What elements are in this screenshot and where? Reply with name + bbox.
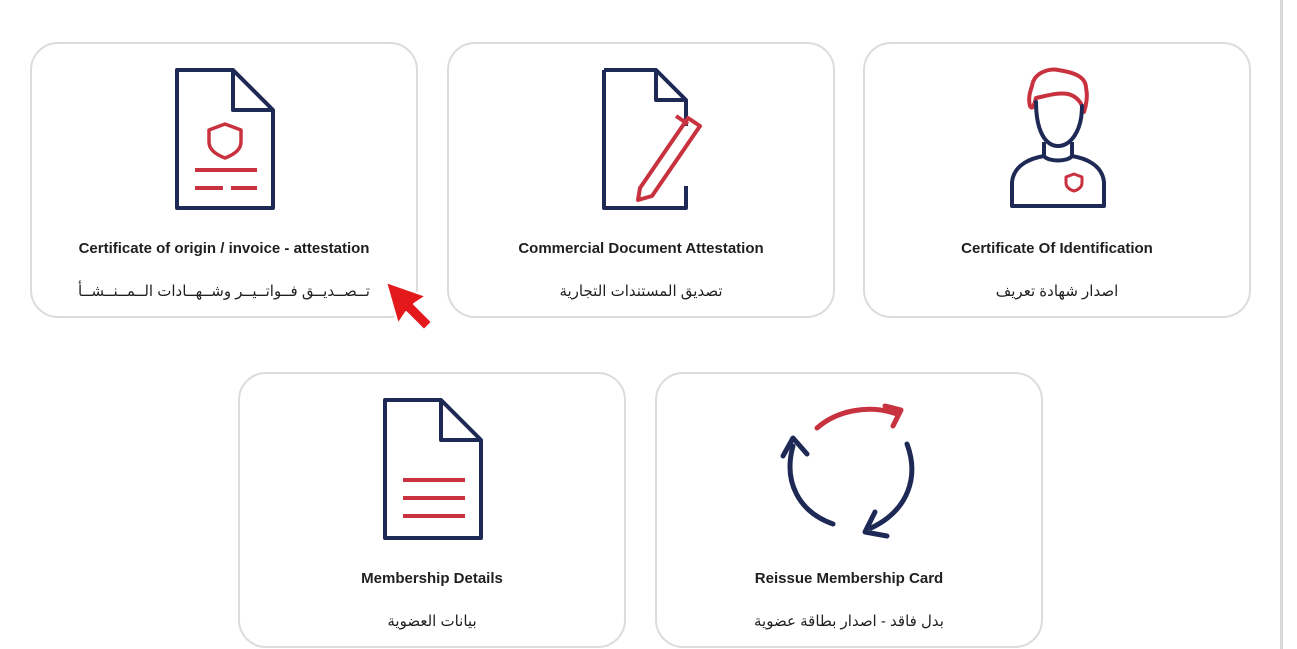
- document-pen-icon: [602, 68, 702, 210]
- card-subtitle: بيانات العضوية: [387, 613, 477, 630]
- card-title: Reissue Membership Card: [754, 570, 944, 587]
- reissue-cycle-icon: [780, 403, 915, 539]
- window-edge: [1280, 0, 1283, 649]
- card-subtitle: بدل فاقد - اصدار بطاقة عضوية: [754, 613, 944, 630]
- card-title: Membership Details: [361, 570, 503, 587]
- document-lines-icon: [383, 398, 483, 540]
- certificate-document-icon: [175, 68, 275, 210]
- card-subtitle: تــصــديــق فــواتــيــر وشــهــادات الـ…: [78, 283, 370, 300]
- card-certificate-of-identification[interactable]: Certificate Of Identification اصدار شهاد…: [863, 42, 1251, 318]
- card-commercial-document-attestation[interactable]: Commercial Document Attestation تصديق ال…: [447, 42, 835, 318]
- person-id-icon: [1010, 67, 1106, 208]
- card-subtitle: تصديق المستندات التجارية: [559, 283, 723, 300]
- card-certificate-of-origin[interactable]: Certificate of origin / invoice - attest…: [30, 42, 418, 318]
- card-title: Certificate Of Identification: [961, 240, 1153, 257]
- card-title: Certificate of origin / invoice - attest…: [78, 240, 370, 257]
- card-title: Commercial Document Attestation: [518, 240, 764, 257]
- pointer-arrow-icon: [385, 281, 433, 331]
- card-membership-details[interactable]: Membership Details بيانات العضوية: [238, 372, 626, 648]
- card-subtitle: اصدار شهادة تعريف: [995, 283, 1119, 300]
- card-reissue-membership-card[interactable]: Reissue Membership Card بدل فاقد - اصدار…: [655, 372, 1043, 648]
